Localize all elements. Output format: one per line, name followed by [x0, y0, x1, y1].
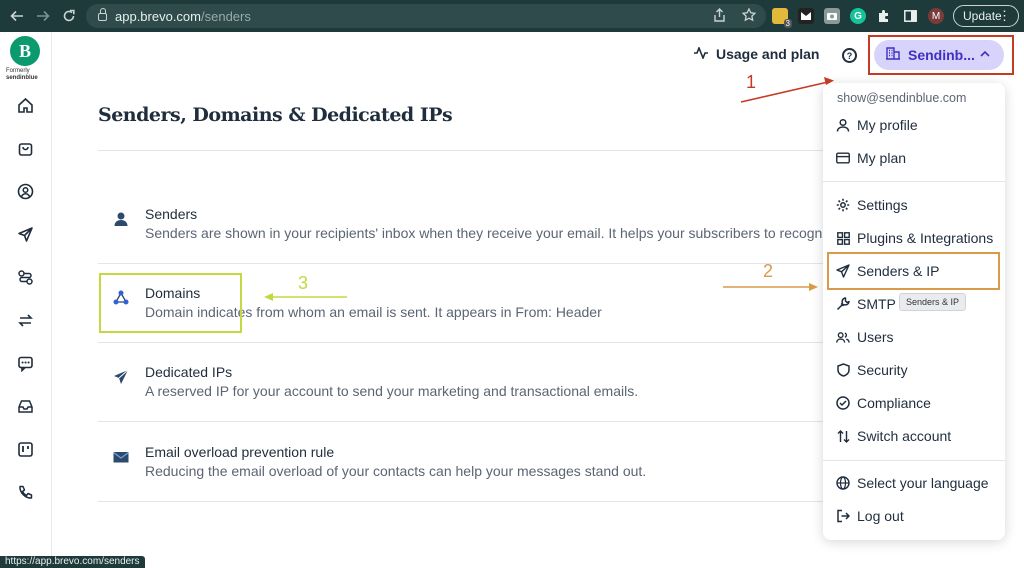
wrench-icon: [836, 297, 850, 311]
shield-icon: [836, 363, 850, 377]
row-description: A reserved IP for your account to send y…: [145, 383, 639, 399]
row-divider: [98, 263, 858, 264]
menu-item-switch-account[interactable]: Switch account: [836, 428, 951, 444]
transactional-icon[interactable]: [15, 310, 35, 330]
sidepanel-icon[interactable]: [902, 8, 918, 24]
annotation-label-1: 1: [746, 72, 757, 92]
activity-icon: [694, 45, 708, 62]
globe-icon: [836, 476, 850, 490]
title-divider: [98, 150, 858, 151]
grammarly-icon[interactable]: G: [850, 8, 866, 24]
menu-separator: [823, 460, 1005, 461]
inbox-icon[interactable]: [15, 396, 35, 416]
menu-item-settings[interactable]: Settings: [836, 197, 908, 213]
check-circle-icon: [836, 396, 850, 410]
row-title: Email overload prevention rule: [145, 444, 335, 460]
menu-item-compliance[interactable]: Compliance: [836, 395, 931, 411]
formerly-sendinblue-label: Formerly sendinblue: [6, 68, 38, 81]
brevo-logo[interactable]: B: [10, 36, 40, 66]
switch-icon: [836, 429, 850, 443]
page-title: Senders, Domains & Dedicated IPs: [98, 104, 453, 126]
row-description: Senders are shown in your recipients' in…: [145, 225, 823, 241]
paper-plane-icon: [112, 368, 130, 386]
card-icon: [836, 151, 850, 165]
menu-item-my-profile[interactable]: My profile: [836, 117, 918, 133]
phone-icon[interactable]: [15, 482, 35, 502]
menu-item-my-plan[interactable]: My plan: [836, 150, 906, 166]
extension-mail-icon[interactable]: [798, 8, 814, 24]
arrow-to-domains: [264, 293, 347, 301]
profile-avatar[interactable]: M: [928, 8, 944, 24]
menu-item-plugins-integrations[interactable]: Plugins & Integrations: [836, 230, 993, 246]
address-bar[interactable]: app.brevo.com/senders: [86, 4, 766, 28]
puzzle-icon[interactable]: [876, 8, 892, 24]
lock-icon: [98, 8, 107, 21]
gear-icon: [836, 198, 850, 212]
bag-icon[interactable]: [15, 138, 35, 158]
sidebar: B Formerly sendinblue: [0, 32, 52, 568]
more-icon[interactable]: ⋮: [998, 8, 1011, 24]
user-icon: [836, 118, 850, 132]
help-icon[interactable]: ?: [842, 48, 857, 63]
account-email: show@sendinblue.com: [837, 91, 967, 105]
row-title: Senders: [145, 206, 198, 222]
share-icon[interactable]: [713, 8, 726, 25]
menu-item-smtp[interactable]: SMTP &: [836, 296, 909, 312]
menu-item-security[interactable]: Security: [836, 362, 908, 378]
forward-icon[interactable]: [30, 0, 56, 32]
row-title: Dedicated IPs: [145, 364, 233, 380]
row-divider: [98, 421, 858, 422]
annotation-label-2: 2: [763, 261, 774, 281]
person-icon: [112, 210, 130, 228]
arrow-to-senders-ip: [723, 283, 818, 291]
reload-icon[interactable]: [56, 0, 82, 32]
back-icon[interactable]: [4, 0, 30, 32]
annotation-label-3: 3: [298, 273, 309, 293]
menu-item-users[interactable]: Users: [836, 329, 894, 345]
row-divider: [98, 501, 858, 502]
browser-toolbar: app.brevo.com/senders 3 G M Update ⋮: [0, 0, 1024, 32]
contact-icon[interactable]: [15, 181, 35, 201]
annotation-box-account: [868, 35, 1014, 75]
annotation-box-senders-ip: [827, 252, 1000, 290]
home-icon[interactable]: [15, 95, 35, 115]
menu-item-select-language[interactable]: Select your language: [836, 475, 989, 491]
users-icon: [836, 330, 850, 344]
conversations-icon[interactable]: [15, 353, 35, 373]
envelope-icon: [112, 448, 130, 466]
menu-separator: [823, 181, 1005, 182]
row-divider: [98, 342, 858, 343]
row-description: Reducing the email overload of your cont…: [145, 463, 647, 479]
status-bar-url: https://app.brevo.com/senders: [0, 556, 145, 568]
board-icon[interactable]: [15, 439, 35, 459]
logout-icon: [836, 509, 850, 523]
grid-icon: [836, 231, 850, 245]
annotation-box-domains: [99, 273, 242, 333]
automation-icon[interactable]: [15, 267, 35, 287]
url-text: app.brevo.com/senders: [115, 8, 251, 24]
senders-ip-tooltip: Senders & IP: [899, 293, 967, 311]
update-button[interactable]: Update ⋮: [953, 5, 1019, 27]
usage-and-plan-link[interactable]: Usage and plan: [694, 45, 819, 62]
send-icon[interactable]: [15, 224, 35, 244]
menu-item-log-out[interactable]: Log out: [836, 508, 904, 524]
extension-camera-icon[interactable]: [824, 8, 840, 24]
extension-notes-icon[interactable]: 3: [772, 8, 792, 28]
star-icon[interactable]: [741, 7, 757, 25]
